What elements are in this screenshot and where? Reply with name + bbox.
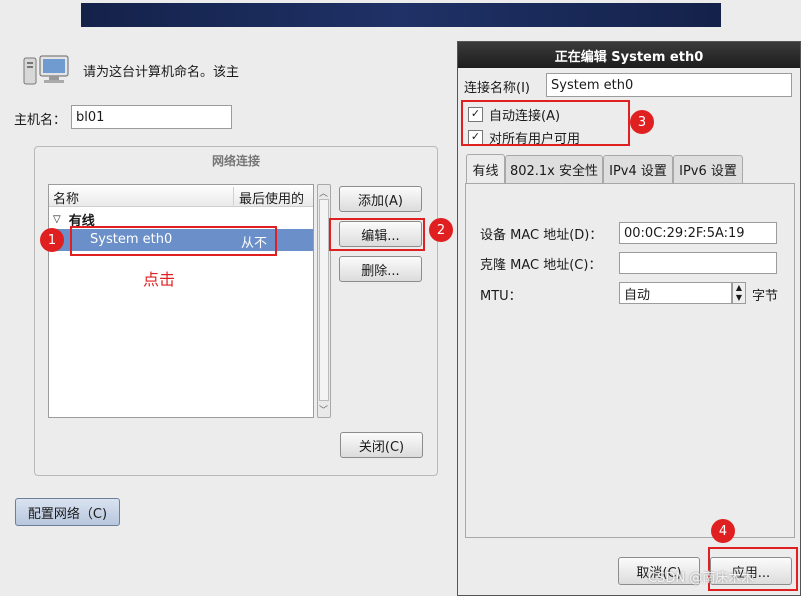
- cloned-mac-input[interactable]: [619, 252, 777, 274]
- decrement-icon[interactable]: ▼: [733, 293, 745, 303]
- watermark: CSDN @南床木木: [648, 571, 755, 586]
- collapse-triangle-icon[interactable]: ▽: [53, 214, 61, 225]
- cloned-mac-label: 克隆 MAC 地址(C)：: [480, 258, 602, 273]
- device-mac-select[interactable]: 00:0C:29:2F:5A:19: [619, 222, 777, 244]
- scroll-up-icon[interactable]: ︿: [319, 186, 328, 199]
- mtu-label: MTU：: [480, 289, 522, 304]
- device-mac-label: 设备 MAC 地址(D)：: [480, 228, 603, 243]
- config-network-button[interactable]: 配置网络（C): [15, 498, 120, 526]
- column-last-used[interactable]: 最后使用的: [239, 188, 304, 207]
- mtu-stepper[interactable]: ▲ ▼: [732, 282, 746, 304]
- list-header: 名称 最后使用的: [49, 185, 313, 207]
- tab-wired[interactable]: 有线: [466, 154, 505, 184]
- mtu-spinbox[interactable]: 自动: [619, 282, 732, 304]
- highlight-connection-row: [70, 226, 277, 256]
- highlight-checkboxes: [461, 100, 630, 146]
- close-button[interactable]: 关闭(C): [340, 432, 423, 458]
- step-4-badge: 4: [711, 519, 735, 543]
- connection-name-label: 连接名称(I): [464, 81, 530, 96]
- scroll-down-icon[interactable]: ﹀: [319, 403, 328, 416]
- connections-list[interactable]: 名称 最后使用的 ▽ 有线 System eth0 从不: [48, 184, 314, 418]
- add-connection-button[interactable]: 添加(A): [339, 186, 422, 212]
- top-banner: [81, 3, 721, 27]
- highlight-edit-button: [329, 218, 425, 251]
- hostname-input[interactable]: bl01: [71, 105, 232, 129]
- delete-connection-button[interactable]: 删除...: [339, 256, 422, 282]
- computer-network-icon: [22, 54, 72, 88]
- step-2-badge: 2: [429, 218, 453, 242]
- tab-ipv6-settings[interactable]: IPv6 设置: [673, 155, 743, 183]
- increment-icon[interactable]: ▲: [733, 283, 745, 293]
- column-name[interactable]: 名称: [53, 188, 79, 207]
- network-connections-title: 网络连接: [211, 154, 260, 168]
- click-hint-text: 点击: [143, 270, 176, 289]
- hostname-label: 主机名：: [14, 113, 67, 128]
- step-3-badge: 3: [630, 110, 654, 134]
- hostname-prompt: 请为这台计算机命名。该主: [83, 65, 240, 80]
- dialog-title: 正在编辑 System eth0: [458, 42, 800, 68]
- column-divider: [233, 187, 234, 205]
- tab-8021x-security[interactable]: 802.1x 安全性: [505, 155, 603, 183]
- tab-ipv4-settings[interactable]: IPv4 设置: [603, 155, 673, 183]
- step-1-badge: 1: [40, 228, 64, 252]
- connection-name-input[interactable]: System eth0: [546, 73, 792, 97]
- mtu-unit: 字节: [752, 289, 779, 304]
- scroll-thumb[interactable]: [319, 199, 329, 401]
